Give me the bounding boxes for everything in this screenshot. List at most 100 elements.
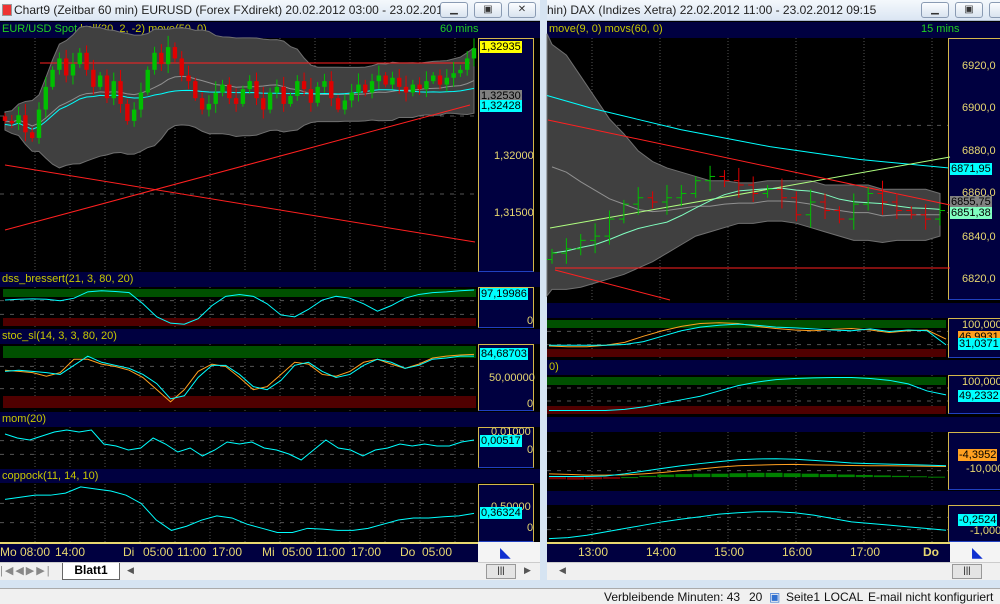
time-label: 11:00 bbox=[177, 545, 207, 559]
candle-body bbox=[23, 115, 28, 133]
pane-tick: -10,000 bbox=[966, 463, 1000, 475]
candle-body bbox=[227, 84, 232, 99]
candle-body bbox=[2, 116, 8, 121]
histogram-bar bbox=[729, 473, 747, 478]
candle-body bbox=[233, 98, 239, 104]
time-label: Do bbox=[923, 545, 939, 559]
candle-body bbox=[240, 89, 246, 104]
flag-icon[interactable]: ◣ bbox=[500, 544, 511, 561]
email-status: E-mail nicht konfiguriert bbox=[868, 590, 994, 604]
pane-value-tag: 31,0371 bbox=[958, 338, 1000, 350]
candle-body bbox=[118, 81, 123, 104]
histogram-bar bbox=[765, 472, 783, 478]
oversold-band bbox=[3, 396, 476, 408]
candle-body bbox=[322, 81, 327, 87]
histogram-bar bbox=[621, 477, 639, 479]
scroll-left-arrow[interactable]: ◀ bbox=[127, 565, 134, 576]
histogram-bar bbox=[675, 474, 693, 478]
histogram-bar bbox=[891, 475, 909, 478]
histogram-bar bbox=[693, 473, 711, 478]
histogram-bar bbox=[927, 476, 945, 478]
time-label: Mi bbox=[262, 545, 275, 559]
mom-tick: 0 bbox=[527, 444, 534, 456]
flag-icon[interactable]: ◣ bbox=[972, 544, 983, 561]
indicator-line bbox=[548, 511, 947, 540]
time-label: 14:00 bbox=[55, 545, 86, 559]
candle-body bbox=[267, 92, 273, 110]
histogram-bar bbox=[711, 473, 729, 478]
candle-body bbox=[220, 84, 225, 93]
move-tag: 1,32428 bbox=[480, 100, 522, 112]
oversold-band bbox=[3, 318, 476, 326]
candle-body bbox=[254, 81, 259, 99]
candle-body bbox=[274, 86, 280, 93]
histogram-bar bbox=[855, 474, 873, 478]
candle-body bbox=[410, 84, 416, 93]
price-tick: 6820,0 bbox=[962, 273, 996, 285]
pane-value-tag: 49,2332 bbox=[958, 390, 1000, 402]
stoc-d-line bbox=[4, 353, 475, 403]
candle-body bbox=[342, 100, 348, 110]
coppock-line bbox=[4, 486, 475, 533]
candle-body bbox=[131, 109, 137, 121]
time-label: 14:00 bbox=[646, 545, 677, 559]
time-label: 17:00 bbox=[212, 545, 243, 559]
candle-body bbox=[369, 81, 375, 93]
candle-body bbox=[145, 69, 150, 93]
pane-tick: -1,000 bbox=[970, 525, 1000, 537]
coppock-value-tag: 0,36324 bbox=[480, 507, 522, 519]
sheet-nav-arrows[interactable]: |◀◀▶▶| bbox=[0, 564, 52, 577]
scrollbar-thumb[interactable]: ||| bbox=[952, 564, 982, 579]
histogram-bar bbox=[639, 475, 657, 478]
time-label: Mo bbox=[0, 545, 17, 559]
time-label: 16:00 bbox=[782, 545, 813, 559]
candle-body bbox=[465, 58, 470, 70]
price-tick: 6920,0 bbox=[962, 60, 996, 72]
histogram-bar bbox=[783, 473, 801, 478]
histogram-bar bbox=[873, 475, 891, 478]
right-sheet-bar: ◀ ||| bbox=[547, 562, 1000, 580]
candle-body bbox=[437, 75, 443, 85]
candle-body bbox=[199, 98, 205, 110]
stoc-tick: 0 bbox=[527, 398, 534, 410]
scroll-right-arrow[interactable]: ▶ bbox=[524, 565, 531, 576]
left-sheet-bar: |◀◀▶▶| Blatt1 ◀ ||| ▶ bbox=[0, 562, 540, 580]
candle-body bbox=[424, 81, 429, 90]
candle-body bbox=[77, 52, 82, 65]
histogram-bar bbox=[585, 477, 603, 480]
time-label: 11:00 bbox=[316, 545, 346, 559]
mode-indicator: LOCAL bbox=[824, 590, 864, 604]
candle-body bbox=[390, 77, 395, 85]
candle-body bbox=[179, 58, 184, 76]
candle-body bbox=[16, 115, 21, 124]
time-label: 08:00 bbox=[20, 545, 51, 559]
time-label: 05:00 bbox=[282, 545, 313, 559]
time-label: Do bbox=[400, 545, 416, 559]
mom-line bbox=[4, 429, 475, 461]
candle-body bbox=[165, 47, 171, 65]
coppock-tick: 0 bbox=[527, 522, 534, 534]
candle-body bbox=[383, 75, 388, 85]
overbought-band bbox=[3, 346, 476, 358]
candle-body bbox=[301, 81, 307, 90]
candle-body bbox=[431, 75, 436, 82]
candle-body bbox=[91, 69, 96, 87]
overbought-band bbox=[3, 289, 476, 297]
status-count: 20 bbox=[749, 590, 763, 604]
time-label: 05:00 bbox=[422, 545, 453, 559]
candle-body bbox=[349, 92, 354, 101]
candle-body bbox=[471, 48, 477, 59]
candle-body bbox=[9, 120, 14, 124]
trendline bbox=[4, 164, 476, 243]
histogram-bar bbox=[801, 473, 819, 478]
sheet-tab-blatt1[interactable]: Blatt1 bbox=[62, 563, 120, 580]
histogram-bar bbox=[549, 477, 567, 480]
candle-body bbox=[451, 73, 456, 78]
candle-body bbox=[159, 52, 164, 65]
scroll-left-arrow[interactable]: ◀ bbox=[559, 565, 566, 576]
price-tick: 6840,0 bbox=[962, 231, 996, 243]
stoc-tick: 50,00000 bbox=[489, 372, 535, 384]
remaining-minutes: Verbleibende Minuten: 43 bbox=[604, 590, 741, 604]
scrollbar-thumb[interactable]: ||| bbox=[486, 564, 516, 579]
histogram-bar bbox=[837, 474, 855, 478]
